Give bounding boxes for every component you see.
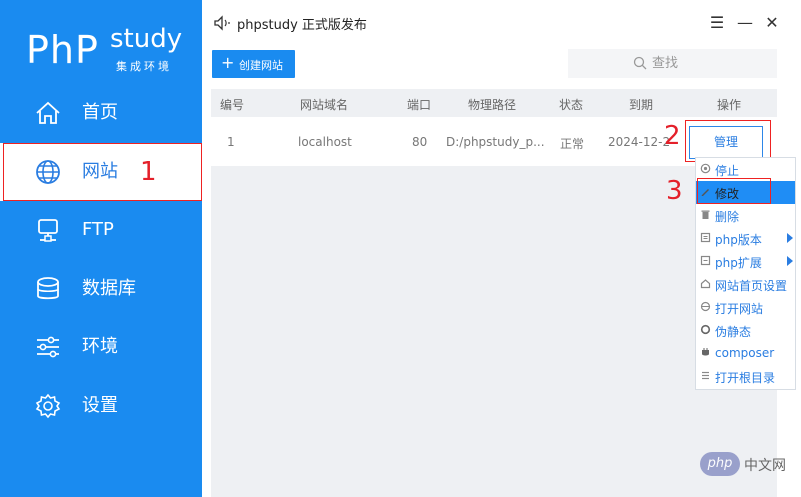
speaker-icon [214, 15, 230, 31]
column-header-expiry: 到期 [629, 98, 654, 112]
announcement-title[interactable]: phpstudy 正式版发布 [237, 14, 367, 33]
logo-php-text: PhP [26, 28, 99, 72]
menu-item-php-extension[interactable]: php扩展 [696, 250, 795, 273]
sidebar-item-label: 环境 [82, 336, 118, 357]
search-icon [633, 56, 647, 70]
create-site-button[interactable]: + 创建网站 [212, 50, 295, 78]
cell-port: 80 [412, 135, 428, 149]
sidebar-item-database[interactable]: 数据库 [0, 260, 202, 318]
sidebar-item-home[interactable]: 首页 [0, 84, 202, 142]
cell-domain: localhost [298, 135, 352, 149]
logo-subtitle: 集成环境 [116, 60, 172, 73]
annotation-step-1: 1 [140, 157, 157, 187]
database-icon [37, 277, 59, 300]
home-settings-icon [700, 279, 711, 289]
column-header-domain: 网站域名 [300, 98, 349, 112]
annotation-box-manage [685, 120, 771, 162]
menu-item-home-settings[interactable]: 网站首页设置 [696, 273, 795, 296]
stop-icon [700, 163, 711, 174]
cell-path: D:/phpstudy_p... [446, 135, 545, 149]
column-header-path: 物理路径 [468, 98, 517, 112]
trash-icon [701, 210, 710, 219]
sidebar-item-ftp[interactable]: FTP [0, 201, 202, 259]
column-header-port: 端口 [407, 98, 432, 112]
cell-expiry: 2024-12-2 [608, 135, 671, 149]
menu-item-open-site[interactable]: 打开网站 [696, 296, 795, 319]
menu-item-label: php扩展 [715, 256, 762, 270]
server-icon [38, 219, 58, 242]
menu-item-open-root[interactable]: 打开根目录 [696, 365, 795, 388]
rewrite-icon [700, 324, 711, 335]
title-bar: phpstudy 正式版发布 ☰ — ✕ [202, 0, 801, 46]
close-button[interactable]: ✕ [762, 13, 782, 33]
menu-item-label: 网站首页设置 [715, 279, 788, 293]
menu-item-rewrite[interactable]: 伪静态 [696, 319, 795, 342]
cell-id: 1 [227, 135, 235, 149]
annotation-step-3: 3 [666, 176, 683, 206]
annotation-step-2: 2 [664, 121, 681, 151]
sidebar-item-environment[interactable]: 环境 [0, 318, 202, 376]
watermark-badge: php [700, 452, 740, 476]
minimize-button[interactable]: — [735, 13, 755, 33]
search-box[interactable] [568, 49, 777, 78]
cell-status: 正常 [560, 137, 585, 151]
open-site-icon [700, 301, 711, 312]
sidebar-item-label: 数据库 [82, 278, 136, 299]
table-header: 编号 网站域名 端口 物理路径 状态 到期 操作 [211, 89, 777, 117]
menu-item-label: php版本 [715, 233, 762, 247]
menu-item-label: 删除 [715, 210, 740, 224]
menu-item-label: composer [715, 346, 775, 360]
plus-icon: + [221, 53, 235, 72]
submenu-arrow-icon [787, 233, 793, 243]
sidebar: PhP study 集成环境 首页 网站 FTP 数据库 环境 设置 [0, 0, 202, 497]
menu-item-delete[interactable]: 删除 [696, 204, 795, 227]
menu-item-php-version[interactable]: php版本 [696, 227, 795, 250]
menu-item-label: 打开根目录 [715, 371, 776, 385]
create-site-label: 创建网站 [239, 59, 283, 72]
home-icon [36, 101, 60, 124]
submenu-arrow-icon [787, 256, 793, 266]
annotation-box-edit [697, 178, 771, 204]
search-input[interactable] [652, 53, 762, 73]
column-header-status: 状态 [559, 98, 584, 112]
menu-item-label: 打开网站 [715, 302, 764, 316]
menu-item-label: 伪静态 [715, 325, 752, 339]
column-header-action: 操作 [717, 98, 742, 112]
menu-item-label: 停止 [715, 164, 740, 178]
folder-list-icon [702, 371, 709, 380]
watermark: php 中文网 [700, 452, 800, 476]
sidebar-item-label: 设置 [82, 395, 118, 416]
logo-study-text: study [110, 24, 183, 54]
annotation-box-website [3, 143, 202, 201]
composer-icon [702, 348, 709, 356]
menu-item-composer[interactable]: composer [696, 342, 795, 365]
sidebar-item-label: FTP [82, 219, 114, 240]
menu-icon[interactable]: ☰ [707, 13, 727, 33]
php-version-icon [700, 232, 711, 243]
watermark-text: 中文网 [744, 458, 786, 474]
sidebar-item-label: 首页 [82, 102, 118, 123]
sidebar-item-settings[interactable]: 设置 [0, 377, 202, 435]
gear-icon [35, 393, 61, 419]
php-extension-icon [700, 255, 711, 266]
sliders-icon [37, 336, 59, 358]
column-header-id: 编号 [220, 98, 245, 112]
